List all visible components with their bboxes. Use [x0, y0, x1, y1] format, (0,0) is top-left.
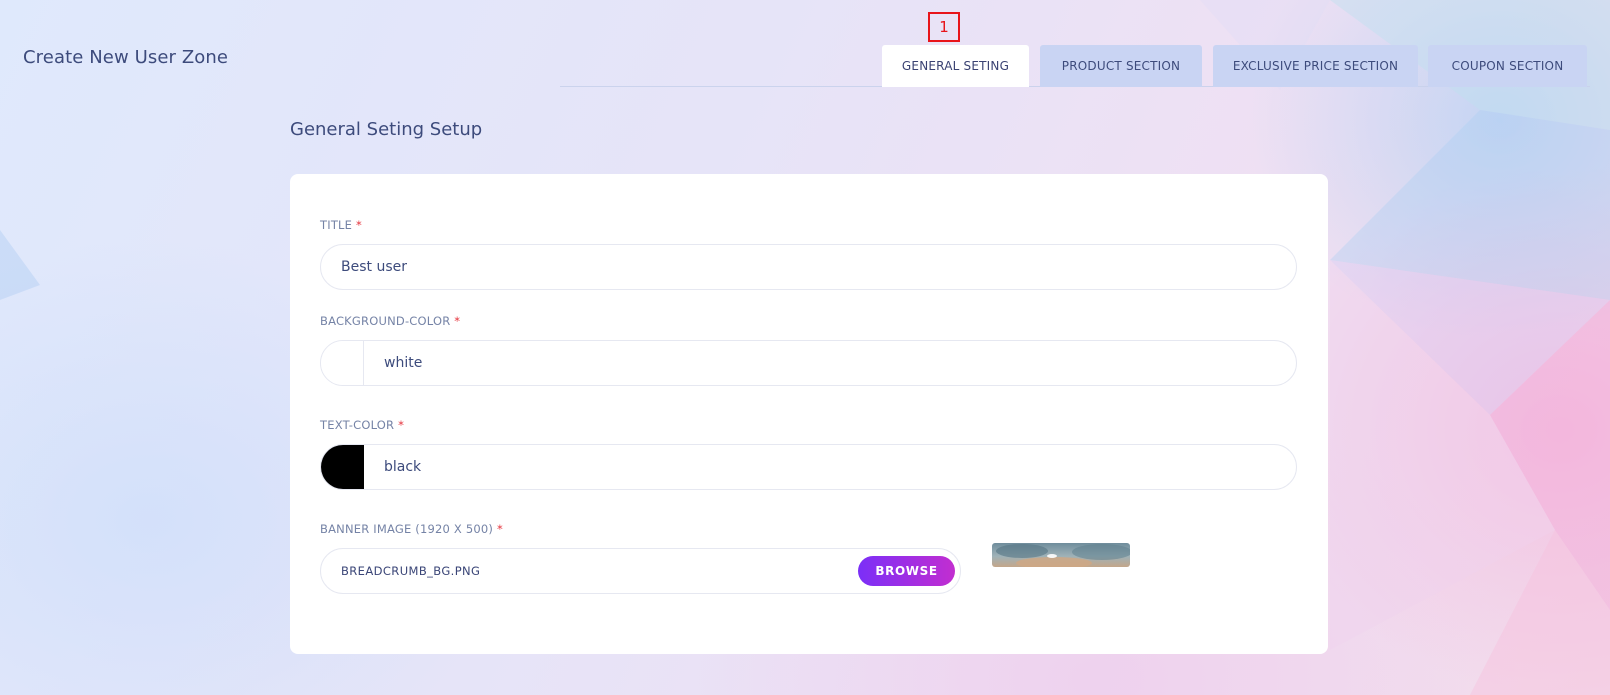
banner-image-label: BANNER IMAGE (1920 X 500) *: [320, 522, 503, 536]
background-color-swatch[interactable]: [321, 341, 364, 385]
background-color-input[interactable]: [364, 341, 1296, 385]
required-mark: *: [398, 418, 405, 432]
tab-coupon-section[interactable]: COUPON SECTION: [1428, 45, 1587, 87]
text-color-swatch[interactable]: [321, 445, 364, 489]
title-field-wrapper: [320, 244, 1297, 290]
background-color-label: BACKGROUND-COLOR *: [320, 314, 461, 328]
text-color-field-wrapper: [320, 444, 1297, 490]
browse-button[interactable]: BROWSE: [858, 556, 955, 586]
title-label: TITLE *: [320, 218, 362, 232]
required-mark: *: [355, 218, 362, 232]
general-settings-card: TITLE * BACKGROUND-COLOR * TEXT-COLOR * …: [290, 174, 1328, 654]
banner-image-preview: [992, 543, 1130, 567]
banner-image-file-field[interactable]: BREADCRUMB_BG.PNG BROWSE: [320, 548, 961, 594]
annotation-marker: 1: [928, 12, 960, 42]
required-mark: *: [496, 522, 503, 536]
title-input[interactable]: [321, 245, 1296, 289]
section-title: General Seting Setup: [290, 119, 483, 140]
text-color-input[interactable]: [364, 445, 1296, 489]
required-mark: *: [454, 314, 461, 328]
tab-product-section[interactable]: PRODUCT SECTION: [1040, 45, 1202, 87]
background-color-field-wrapper: [320, 340, 1297, 386]
text-color-label: TEXT-COLOR *: [320, 418, 405, 432]
banner-file-name: BREADCRUMB_BG.PNG: [341, 564, 481, 578]
page-title: Create New User Zone: [23, 47, 229, 68]
tab-exclusive-price-section[interactable]: EXCLUSIVE PRICE SECTION: [1213, 45, 1418, 87]
tab-general-seting[interactable]: GENERAL SETING: [882, 45, 1029, 87]
